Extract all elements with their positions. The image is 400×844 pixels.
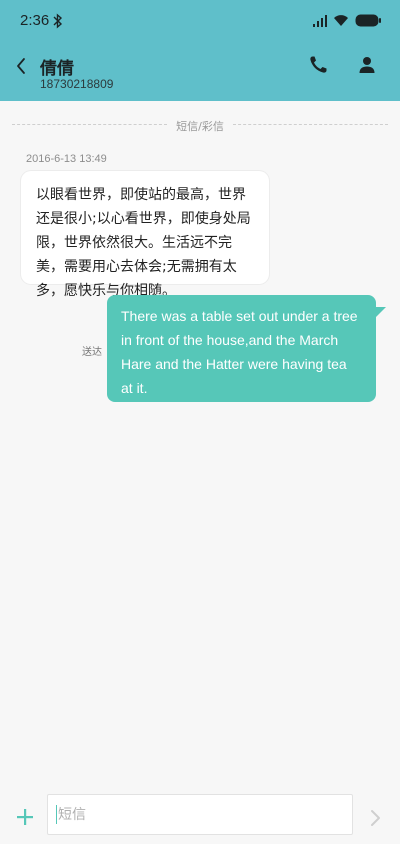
text-caret bbox=[56, 805, 57, 824]
send-button[interactable] bbox=[368, 808, 384, 828]
message-timestamp: 2016-6-13 13:49 bbox=[26, 153, 107, 165]
message-type-label: 短信/彩信 bbox=[176, 120, 224, 133]
contact-number: 18730218809 bbox=[40, 77, 114, 91]
call-button[interactable] bbox=[306, 53, 330, 77]
contact-profile-button[interactable] bbox=[355, 53, 379, 77]
status-bar: 2:36 bbox=[0, 0, 400, 40]
incoming-message-bubble[interactable]: 以眼看世界，即使站的最高，世界还是很小;以心看世界，即使身处局限，世界依然很大。… bbox=[21, 171, 269, 299]
wifi-icon bbox=[334, 15, 348, 26]
phone-icon bbox=[310, 56, 327, 73]
message-type-divider: 短信/彩信 bbox=[12, 118, 388, 133]
bluetooth-icon bbox=[53, 13, 63, 29]
person-icon bbox=[359, 57, 375, 73]
delivery-status: 送达 bbox=[82, 347, 102, 358]
outgoing-message-bubble[interactable]: There was a table set out under a tree i… bbox=[107, 295, 376, 402]
back-button[interactable] bbox=[11, 54, 31, 78]
back-arrow-icon bbox=[17, 58, 25, 74]
status-time: 2:36 bbox=[20, 12, 50, 29]
conversation-screen: 2:36 倩倩 18730218809 短信/彩信 2016-6-13 13:4… bbox=[0, 0, 400, 844]
plus-icon bbox=[17, 809, 33, 825]
message-input[interactable] bbox=[47, 794, 353, 835]
contact-name: 倩倩 bbox=[40, 59, 74, 79]
add-attachment-button[interactable] bbox=[14, 806, 36, 828]
bubble-tail bbox=[372, 307, 386, 321]
conversation-header: 2:36 倩倩 18730218809 bbox=[0, 0, 400, 101]
send-arrow-icon bbox=[371, 810, 380, 826]
signal-icon bbox=[313, 15, 327, 27]
battery-icon bbox=[355, 14, 381, 27]
